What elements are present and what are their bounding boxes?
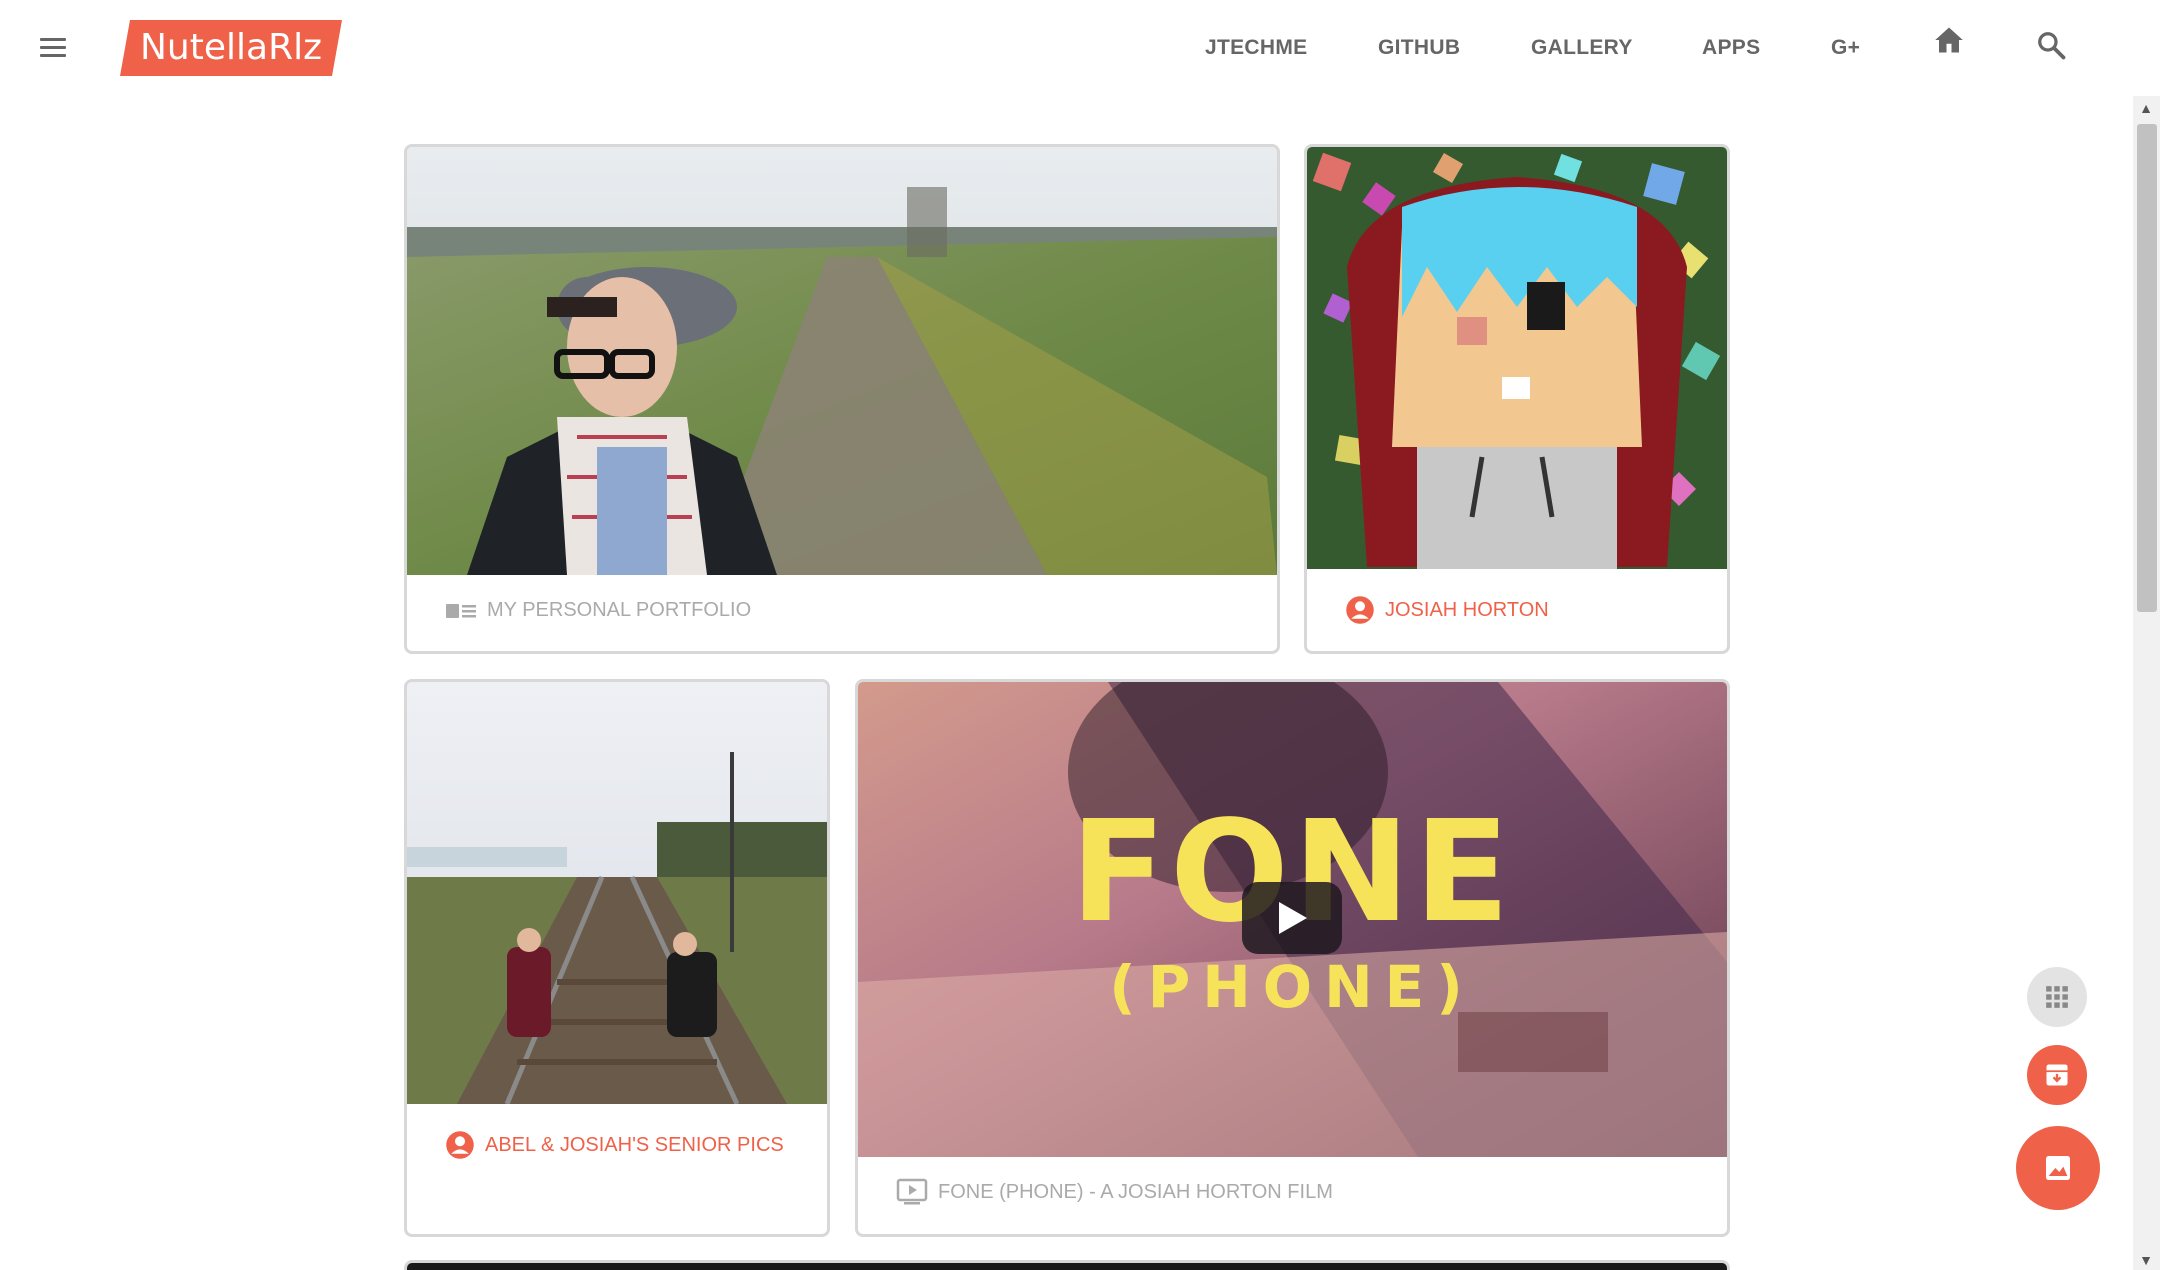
hamburger-menu-icon[interactable] [38, 36, 68, 60]
portfolio-photo [407, 147, 1277, 575]
top-app-bar: NutellaRlz JTECHME GITHUB GALLERY APPS G… [0, 0, 2160, 96]
josiah-horton-caption-text: JOSIAH HORTON [1385, 598, 1549, 621]
senior-pics-card[interactable]: ABEL & JOSIAH'S SENIOR PICS [404, 679, 830, 1237]
nav-gallery[interactable]: GALLERY [1531, 36, 1633, 60]
portfolio-caption[interactable]: MY PERSONAL PORTFOLIO [445, 599, 751, 622]
josiah-horton-card[interactable]: JOSIAH HORTON [1304, 144, 1730, 654]
archive-icon [2046, 1064, 2068, 1086]
account-circle-icon [446, 1131, 474, 1159]
fone-film-card[interactable]: FONE (PHONE) FONE (PHONE) - A JOSIAH HOR… [855, 679, 1730, 1237]
fone-film-caption[interactable]: FONE (PHONE) - A JOSIAH HORTON FILM [896, 1178, 1333, 1206]
nav-apps[interactable]: APPS [1702, 36, 1760, 60]
josiah-avatar-art [1307, 147, 1727, 569]
gallery-image-fab[interactable] [2016, 1126, 2100, 1210]
apps-grid-icon [2046, 986, 2068, 1008]
nav-jtechme[interactable]: JTECHME [1205, 36, 1307, 60]
portfolio-card[interactable]: MY PERSONAL PORTFOLIO [404, 144, 1280, 654]
play-icon [1279, 902, 1307, 934]
senior-pics-caption-text: ABEL & JOSIAH'S SENIOR PICS [485, 1133, 784, 1156]
scrollbar-thumb[interactable] [2137, 124, 2157, 612]
home-icon[interactable] [1934, 26, 1964, 54]
portfolio-caption-text: MY PERSONAL PORTFOLIO [487, 599, 752, 621]
archive-fab[interactable] [2027, 1045, 2087, 1105]
next-card-peek[interactable] [404, 1260, 1730, 1270]
image-icon [2046, 1156, 2070, 1180]
josiah-horton-caption[interactable]: JOSIAH HORTON [1345, 595, 1549, 625]
account-circle-icon [1346, 596, 1374, 624]
contact-card-icon [446, 603, 476, 618]
scroll-down-arrow-icon[interactable]: ▼ [2136, 1250, 2156, 1270]
video-icon [896, 1178, 928, 1205]
nav-github[interactable]: GITHUB [1378, 36, 1460, 60]
senior-pics-caption[interactable]: ABEL & JOSIAH'S SENIOR PICS [445, 1130, 784, 1160]
senior-pics-photo [407, 682, 827, 1104]
apps-grid-fab[interactable] [2027, 967, 2087, 1027]
fone-subtitle-text: (PHONE) [1109, 953, 1475, 1021]
video-play-button[interactable] [1242, 882, 1342, 954]
search-icon[interactable] [2036, 30, 2066, 60]
site-logo[interactable]: NutellaRlz [120, 20, 342, 76]
fone-film-caption-text: FONE (PHONE) - A JOSIAH HORTON FILM [938, 1180, 1333, 1203]
scroll-up-arrow-icon[interactable]: ▲ [2136, 98, 2156, 118]
nav-google-plus[interactable]: G+ [1831, 36, 1860, 60]
